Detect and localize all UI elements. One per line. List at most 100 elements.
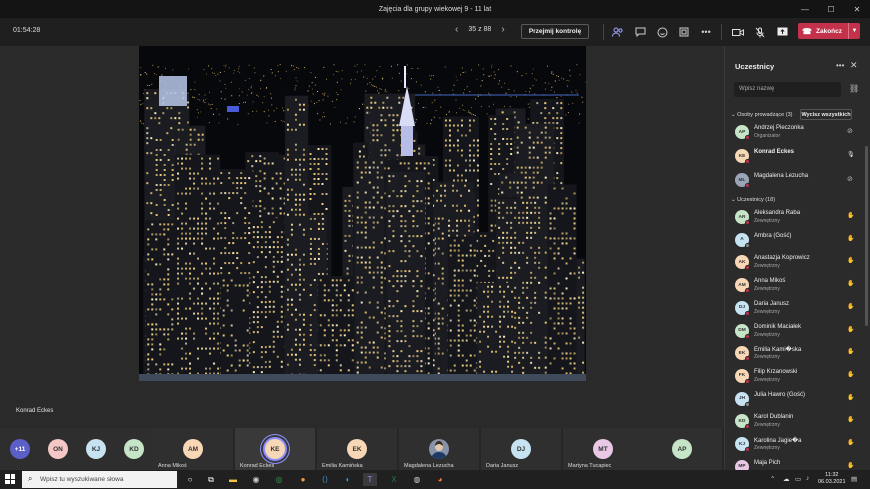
presence-dot bbox=[745, 310, 750, 316]
raise-hand-icon[interactable]: ✋ bbox=[847, 257, 854, 264]
close-icon[interactable]: ✕ bbox=[850, 60, 858, 71]
chevron-down-icon[interactable]: ▼ bbox=[848, 23, 860, 39]
next-slide-icon[interactable]: › bbox=[501, 24, 504, 35]
more-actions-icon[interactable]: ••• bbox=[699, 25, 713, 39]
tray-chevron-icon[interactable]: ⌃ bbox=[770, 475, 775, 483]
participant-row[interactable]: AK Anastazja Koprowicz Zewnętrzny ✋ bbox=[735, 253, 855, 273]
close-window-button[interactable]: ✕ bbox=[844, 0, 870, 18]
participant-row[interactable]: EK Emilia Kami�ska Zewnętrzny ✋ bbox=[735, 344, 855, 364]
gallery-overflow[interactable]: +11 ON KJ KD bbox=[0, 428, 153, 470]
participant-name: Ambra (Gość) bbox=[754, 232, 792, 239]
teams-icon[interactable]: T bbox=[363, 473, 377, 486]
more-options-icon[interactable]: ••• bbox=[836, 61, 844, 70]
meeting-toolbar: 01:54:28 ‹ 35 z 88 › Przejmij kontrolę •… bbox=[0, 18, 870, 46]
raise-hand-icon[interactable]: ✋ bbox=[847, 280, 854, 287]
notifications-icon[interactable]: ▤ bbox=[851, 475, 857, 483]
vscode-icon[interactable]: ⟨⟩ bbox=[318, 473, 332, 486]
avatar: AM bbox=[183, 439, 203, 459]
participant-row[interactable]: AR Aleksandra Raba Zewnętrzny ✋ bbox=[735, 208, 855, 228]
excel-icon[interactable]: X bbox=[387, 473, 401, 486]
panel-scrollbar[interactable] bbox=[865, 146, 868, 326]
participant-row[interactable]: AP Andrzej Pieczonka Organizator ⊘ bbox=[735, 123, 855, 143]
participant-row[interactable]: KE Konrad Eckes 🎙 bbox=[735, 147, 855, 167]
prev-slide-icon[interactable]: ‹ bbox=[455, 24, 458, 35]
app-icon[interactable]: ◉ bbox=[249, 473, 263, 486]
edge-icon[interactable]: ◐ bbox=[341, 473, 355, 486]
participant-row[interactable]: KD Karol Dublanin Zewnętrzny ✋ bbox=[735, 412, 855, 432]
leave-button[interactable]: ☎ Zakończ ▼ bbox=[798, 23, 860, 39]
app-icon[interactable]: ● bbox=[296, 473, 310, 486]
raise-hand-icon[interactable]: ✋ bbox=[847, 212, 854, 219]
video-tile[interactable]: Magdalena Lezucha bbox=[399, 428, 480, 470]
mute-all-button[interactable]: Wycisz wszystkich bbox=[800, 109, 852, 120]
participant-row[interactable]: DJ Daria Janusz Zewnętrzny ✋ bbox=[735, 299, 855, 319]
microphone-muted-icon[interactable]: ⊘ bbox=[847, 175, 853, 183]
participant-role: Zewnętrzny bbox=[754, 286, 780, 293]
participant-row[interactable]: JH Julia Hawro (Gość) ✋ bbox=[735, 390, 855, 410]
firefox-icon[interactable]: ◕ bbox=[433, 473, 447, 486]
monitor-icon[interactable]: ▭ bbox=[795, 475, 801, 483]
raise-hand-icon[interactable]: ✋ bbox=[847, 303, 854, 310]
chrome-icon[interactable]: ◎ bbox=[272, 473, 286, 486]
video-tile[interactable]: EK Emilia Kamińska bbox=[317, 428, 398, 470]
participant-name: Anna Mikoś bbox=[754, 278, 786, 285]
windows-start-icon[interactable] bbox=[5, 474, 15, 484]
share-invite-icon[interactable]: ⛓ bbox=[849, 84, 859, 93]
raise-hand-icon[interactable]: ✋ bbox=[847, 439, 854, 446]
avatar[interactable]: +11 bbox=[10, 439, 30, 459]
raise-hand-icon[interactable]: ✋ bbox=[847, 462, 854, 469]
rooms-icon[interactable] bbox=[677, 25, 691, 39]
clock[interactable]: 11:32 06.03.2021 bbox=[818, 472, 846, 486]
video-tile[interactable]: MT Martyna Tucapiec bbox=[563, 428, 644, 470]
attendees-header[interactable]: ⌄ Uczestnicy (18) bbox=[731, 197, 775, 203]
chat-icon[interactable] bbox=[633, 25, 647, 39]
microphone-icon[interactable]: 🎙 bbox=[847, 151, 855, 158]
microphone-muted-icon[interactable]: ⊘ bbox=[847, 127, 853, 135]
avatar: MT bbox=[593, 439, 613, 459]
presence-dot bbox=[745, 356, 750, 362]
video-tile[interactable]: AP bbox=[642, 428, 723, 470]
participant-row[interactable]: FK Filip Krzanowski Zewnętrzny ✋ bbox=[735, 367, 855, 387]
tile-name: Martyna Tucapiec bbox=[568, 463, 612, 469]
participant-role: Zewnętrzny bbox=[754, 331, 780, 338]
raise-hand-icon[interactable]: ✋ bbox=[847, 348, 854, 355]
task-view-icon[interactable]: ⧉ bbox=[204, 473, 218, 486]
microphone-muted-icon[interactable] bbox=[753, 25, 767, 39]
taskbar-search-input[interactable]: ⌕ Wpisz tu wyszukiwane słowa bbox=[22, 471, 177, 488]
camera-icon[interactable] bbox=[731, 25, 745, 39]
participant-name: Emilia Kami�ska bbox=[754, 347, 802, 354]
participant-row[interactable]: ML Magdalena Lezucha ⊘ bbox=[735, 171, 855, 191]
participant-row[interactable]: A Ambra (Gość) ✋ bbox=[735, 231, 855, 251]
video-tile[interactable]: KE Konrad Eckes bbox=[235, 428, 316, 470]
participant-row[interactable]: AM Anna Mikoś Zewnętrzny ✋ bbox=[735, 276, 855, 296]
take-control-button[interactable]: Przejmij kontrolę bbox=[521, 24, 589, 39]
avatar[interactable]: ON bbox=[48, 439, 68, 459]
maximize-button[interactable]: ☐ bbox=[818, 0, 844, 18]
avatar[interactable]: KJ bbox=[86, 439, 106, 459]
participant-name: Karol Dublanin bbox=[754, 414, 794, 421]
participant-row[interactable]: DM Dominik Maciałek Zewnętrzny ✋ bbox=[735, 322, 855, 342]
participant-name: Karolina Jagie�a bbox=[754, 438, 802, 444]
raise-hand-icon[interactable]: ✋ bbox=[847, 235, 854, 242]
presence-dot bbox=[745, 265, 750, 271]
search-input[interactable]: Wpisz nazwę bbox=[734, 82, 841, 97]
avatar[interactable]: KD bbox=[124, 439, 144, 459]
video-tile[interactable]: DJ Daria Janusz bbox=[481, 428, 562, 470]
raise-hand-icon[interactable]: ✋ bbox=[847, 326, 854, 333]
volume-icon[interactable]: ♪ bbox=[806, 475, 809, 482]
video-tile[interactable]: AM Anna Mikoś bbox=[153, 428, 234, 470]
cloud-icon[interactable]: ☁ bbox=[783, 475, 790, 483]
app-icon[interactable]: ◍ bbox=[410, 473, 424, 486]
file-explorer-icon[interactable]: ▬ bbox=[226, 473, 240, 486]
share-screen-icon[interactable] bbox=[775, 25, 789, 39]
raise-hand-icon[interactable]: ✋ bbox=[847, 416, 854, 423]
raise-hand-icon[interactable]: ✋ bbox=[847, 371, 854, 378]
presenters-header[interactable]: ⌄ Osoby prowadzące (3) bbox=[731, 112, 792, 118]
participants-icon[interactable] bbox=[611, 25, 625, 39]
raise-hand-icon[interactable]: ✋ bbox=[847, 394, 854, 401]
presence-dot bbox=[745, 401, 750, 407]
reactions-icon[interactable] bbox=[655, 25, 669, 39]
cortana-icon[interactable]: ○ bbox=[183, 473, 197, 486]
participant-row[interactable]: KJ Karolina Jagie�a Zewnętrzny ✋ bbox=[735, 435, 855, 455]
minimize-button[interactable]: — bbox=[792, 0, 818, 18]
